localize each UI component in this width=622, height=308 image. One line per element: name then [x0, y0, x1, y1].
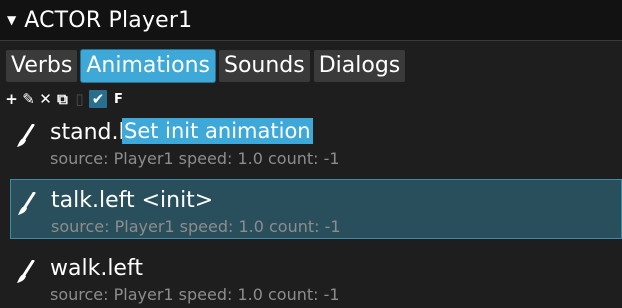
- list-item-stand-left[interactable]: stand.left source: Player1 speed: 1.0 co…: [10, 112, 622, 172]
- edit-icon[interactable]: ✎: [21, 90, 36, 108]
- actor-header[interactable]: ▼ ACTOR Player1: [0, 0, 622, 41]
- flip-button[interactable]: F: [111, 90, 126, 108]
- delete-icon[interactable]: ✕: [38, 90, 53, 108]
- animation-toolbar: + ✎ ✕ ⧉ ▯ ✔ F: [4, 89, 126, 109]
- brush-icon: [18, 192, 36, 215]
- animation-name: walk.left: [50, 256, 143, 281]
- paste-icon[interactable]: ▯: [72, 90, 87, 108]
- set-init-check-icon[interactable]: ✔: [89, 90, 107, 108]
- animation-name: talk.left <init>: [51, 188, 214, 213]
- copy-icon[interactable]: ⧉: [55, 90, 70, 108]
- animation-meta: source: Player1 speed: 1.0 count: -1: [51, 217, 341, 236]
- collapse-arrow-icon[interactable]: ▼: [7, 13, 16, 27]
- header-title: ACTOR Player1: [24, 7, 193, 33]
- add-icon[interactable]: +: [4, 90, 19, 108]
- brush-icon: [17, 260, 35, 283]
- list-item-talk-left[interactable]: talk.left <init> source: Player1 speed: …: [10, 179, 622, 239]
- tab-verbs[interactable]: Verbs: [6, 50, 78, 82]
- tab-animations[interactable]: Animations: [81, 50, 215, 82]
- animation-meta: source: Player1 speed: 1.0 count: -1: [50, 285, 340, 304]
- tab-bar: Verbs Animations Sounds Dialogs: [6, 50, 406, 84]
- tab-dialogs[interactable]: Dialogs: [313, 50, 406, 82]
- brush-icon: [17, 124, 35, 147]
- tooltip: Set init animation: [122, 118, 313, 144]
- animation-meta: source: Player1 speed: 1.0 count: -1: [50, 149, 340, 168]
- tab-sounds[interactable]: Sounds: [218, 50, 310, 82]
- list-item-walk-left[interactable]: walk.left source: Player1 speed: 1.0 cou…: [10, 248, 622, 308]
